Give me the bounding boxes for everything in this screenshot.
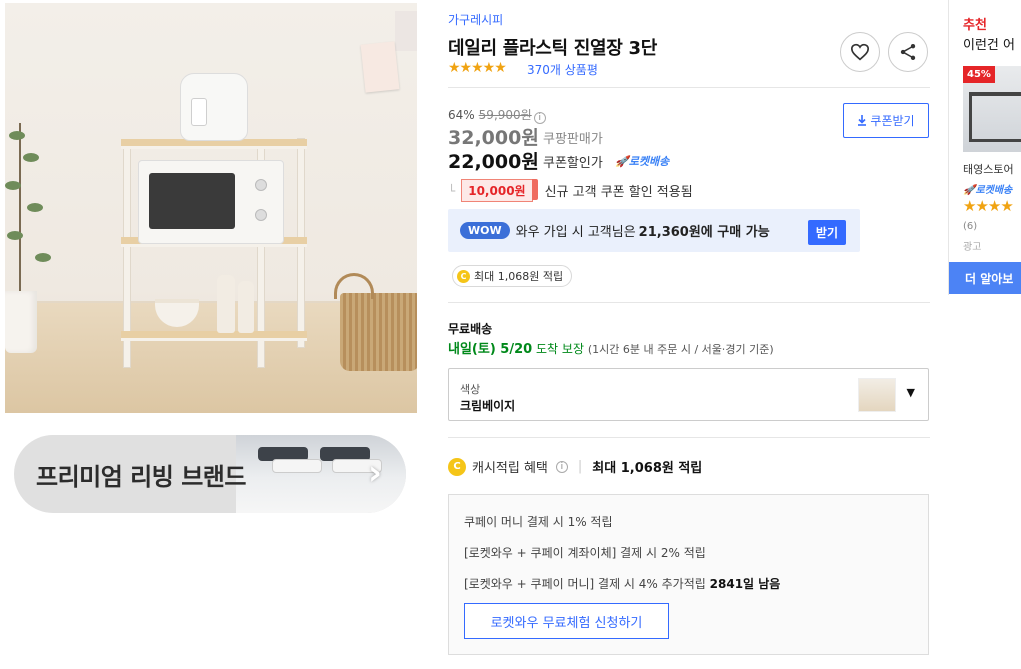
plant-leaf	[7, 231, 23, 240]
share-icon	[900, 44, 916, 60]
coupon-download-button[interactable]: 쿠폰받기	[843, 103, 929, 138]
wall-postcard	[395, 11, 417, 51]
info-icon[interactable]: i	[555, 460, 568, 473]
cashback-header: C 캐시적립 혜택 i | 최대 1,068원 적립	[448, 457, 702, 476]
vase	[238, 281, 254, 333]
heart-icon	[850, 43, 870, 61]
cash-reward-text: 최대 1,068원 적립	[474, 270, 564, 283]
option-label: 색상	[460, 383, 481, 396]
share-button[interactable]	[888, 32, 928, 72]
sale-price: 32,000원	[448, 127, 539, 149]
color-option-select[interactable]: 색상 크림베이지 ▼	[448, 368, 929, 421]
product-image[interactable]	[5, 3, 417, 413]
more-button[interactable]: 더 알아보	[949, 262, 1021, 294]
delivery-date: 내일(토) 5/20	[448, 342, 533, 357]
plant-stem	[19, 123, 21, 293]
delivery-detail: (1시간 6분 내 주문 시 / 서울⋅경기 기준)	[587, 343, 774, 356]
cashback-line: [로켓와우 + 쿠페이 계좌이체] 결제 시 2% 적립	[464, 546, 706, 560]
coupon-price-label: 쿠폰할인가	[543, 156, 603, 171]
rail-subheading: 이런건 어	[963, 38, 1015, 53]
coupon-amount-tag: 10,000원	[461, 179, 538, 202]
discount-rate: 64%	[448, 108, 475, 122]
shelf-board	[121, 331, 307, 341]
cashback-line: [로켓와우 + 쿠페이 머니] 결제 시 4% 추가적립 2841일 남음	[464, 577, 781, 591]
rocket-icon: 🚀	[963, 185, 976, 196]
wall-postcard	[360, 41, 400, 93]
free-shipping-label: 무료배송	[448, 322, 493, 336]
wishlist-button[interactable]	[840, 32, 880, 72]
review-count-link[interactable]: 370개 상품평	[527, 61, 598, 78]
coin-icon: C	[448, 457, 466, 476]
separator: |	[577, 459, 583, 474]
wow-price: 21,360원에 구매 가능	[638, 225, 770, 240]
option-thumbnail	[858, 378, 896, 412]
option-value: 크림베이지	[460, 399, 516, 413]
plant-leaf	[5, 181, 21, 190]
sale-price-label: 쿠팡판매가	[543, 132, 603, 147]
vase	[217, 275, 235, 333]
coupon-button-label: 쿠폰받기	[870, 114, 915, 128]
plant-pot	[5, 291, 37, 353]
divider	[448, 302, 930, 303]
cashback-title: 캐시적립 혜택	[472, 461, 548, 476]
rice-cooker	[180, 73, 248, 141]
wow-badge: WOW	[460, 222, 510, 239]
coupon-applied-text: 신규 고객 쿠폰 할인 적용됨	[544, 185, 693, 200]
cash-reward-pill: C 최대 1,068원 적립	[452, 265, 573, 287]
plant-leaf	[23, 153, 39, 162]
days-left: 2841일 남음	[709, 577, 781, 591]
delivery-info: 내일(토) 5/20 도착 보장 (1시간 6분 내 주문 시 / 서울⋅경기 …	[448, 338, 774, 357]
divider	[448, 87, 930, 88]
premium-living-banner[interactable]: 프리미엄 리빙 브랜드 ›	[14, 435, 406, 513]
discount-badge: 45%	[963, 66, 995, 83]
rocket-delivery-badge: 🚀로켓배송	[615, 155, 670, 168]
microwave	[138, 160, 284, 244]
rating-stars-icon: ★★★★★	[448, 60, 507, 76]
product-title: 데일리 플라스틱 진열장 3단	[448, 38, 657, 59]
wow-receive-button[interactable]: 받기	[807, 220, 846, 245]
review-count: (6)	[963, 221, 978, 232]
coin-icon: C	[457, 269, 470, 283]
ad-label: 광고	[963, 242, 982, 253]
recommended-product-name[interactable]: 태영스토어	[963, 161, 1014, 177]
rocket-wow-trial-button[interactable]: 로켓와우 무료체험 신청하기	[464, 603, 669, 639]
rocket-delivery-badge: 🚀로켓배송	[963, 185, 1013, 196]
recommendation-rail: 추천 이런건 어 45% 태영스토어 🚀로켓배송 ★★★★ (6) 광고 더 알…	[948, 0, 1021, 295]
rocket-icon: 🚀	[615, 155, 629, 168]
cashback-line: 쿠페이 머니 결제 시 1% 적립	[464, 515, 613, 529]
discount-row: 64% 59,900원 i	[448, 106, 546, 124]
plant-leaf	[27, 203, 43, 212]
wow-text: 와우 가입 시 고객님은	[515, 225, 636, 240]
rating-stars-icon: ★★★★	[963, 197, 1014, 215]
cashback-max: 최대 1,068원 적립	[592, 461, 703, 476]
chevron-right-icon[interactable]: ›	[368, 453, 382, 493]
recommended-product-image[interactable]: 45%	[963, 66, 1021, 152]
delivery-guarantee: 도착 보장	[536, 342, 584, 356]
corner-arrow-icon: └	[448, 183, 456, 198]
rail-heading: 추천	[963, 18, 987, 33]
wow-membership-box: WOW 와우 가입 시 고객님은 21,360원에 구매 가능 받기	[448, 209, 860, 252]
banner-title: 프리미엄 리빙 브랜드	[36, 463, 246, 491]
new-customer-coupon: └ 10,000원 신규 고객 쿠폰 할인 적용됨	[448, 179, 693, 202]
download-icon	[858, 115, 867, 126]
plant-leaf	[9, 131, 25, 140]
cashback-details-box: 쿠페이 머니 결제 시 1% 적립 [로켓와우 + 쿠페이 계좌이체] 결제 시…	[448, 494, 929, 655]
divider	[448, 437, 930, 438]
plant-leaf	[35, 253, 51, 262]
basket	[334, 273, 417, 371]
coupon-price: 22,000원	[448, 151, 539, 173]
caret-down-icon: ▼	[906, 386, 915, 399]
brand-link[interactable]: 가구레시피	[448, 11, 503, 28]
original-price: 59,900원	[478, 108, 532, 122]
